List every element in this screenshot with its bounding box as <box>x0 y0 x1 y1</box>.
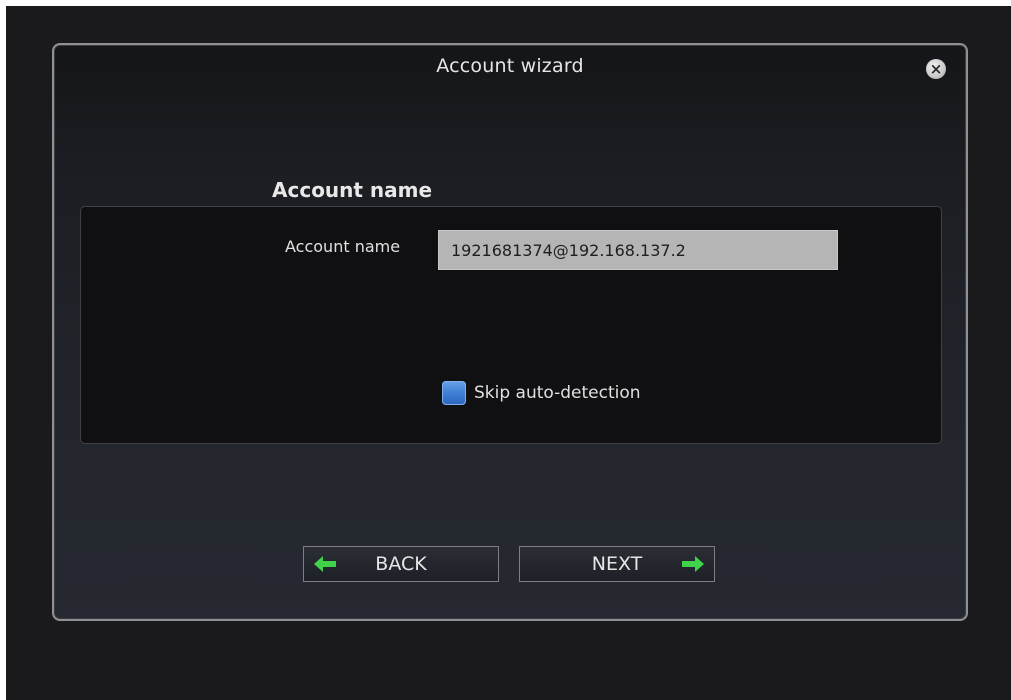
account-wizard-dialog: Account wizard × Account name Account na… <box>52 43 968 621</box>
right-arrow-icon <box>682 556 704 572</box>
skip-auto-detection-checkbox[interactable] <box>442 381 466 405</box>
screen: Account wizard × Account name Account na… <box>6 6 1011 700</box>
back-button-label: BACK <box>375 553 427 575</box>
skip-auto-detection-label: Skip auto-detection <box>474 383 641 403</box>
close-button[interactable]: × <box>926 59 946 79</box>
account-name-input[interactable] <box>438 230 838 270</box>
next-button[interactable]: NEXT <box>519 546 715 582</box>
account-name-label: Account name <box>285 237 401 256</box>
account-panel: Account name Skip auto-detection <box>80 206 942 444</box>
dialog-title: Account wizard <box>436 55 584 77</box>
section-heading: Account name <box>272 178 433 202</box>
skip-auto-detection-toggle[interactable]: Skip auto-detection <box>442 381 641 405</box>
close-icon: × <box>929 59 943 78</box>
back-button[interactable]: BACK <box>303 546 499 582</box>
